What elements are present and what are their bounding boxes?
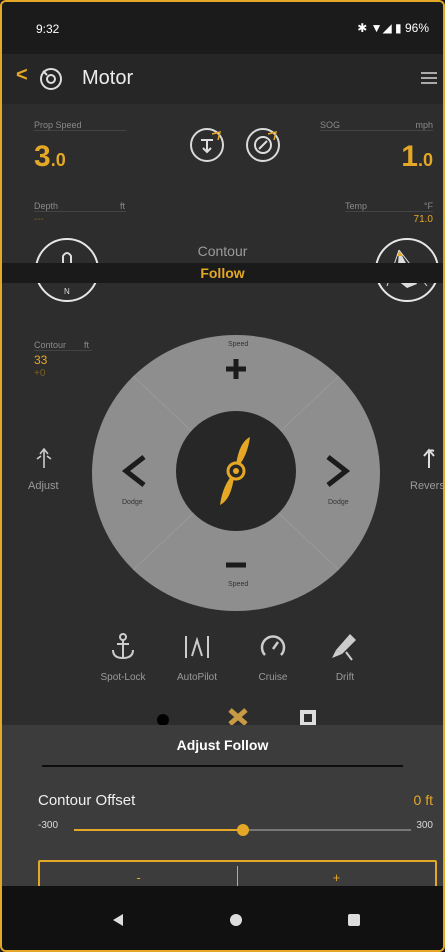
prop-speed-value: 3.0: [34, 140, 66, 173]
panel-divider: [42, 765, 403, 767]
nav-recents-icon[interactable]: [348, 914, 360, 926]
svg-text:N: N: [64, 287, 70, 296]
adjust-label[interactable]: Adjust: [28, 480, 59, 492]
status-time: 9:32: [36, 22, 60, 36]
speed-up-label: Speed: [228, 341, 249, 348]
app-frame: 9:32 ✱ ▼◢ ▮ 96% < Motor Prop Speed 3.0 S…: [0, 0, 445, 952]
slider-fill: [74, 829, 243, 831]
page-title: Motor: [82, 67, 134, 89]
contour-offset-display: 0 ft: [413, 792, 433, 808]
mode-label: AutoPilot: [176, 672, 218, 683]
back-button[interactable]: <: [16, 64, 28, 87]
minus-icon[interactable]: [224, 561, 248, 569]
slider-thumb[interactable]: [236, 824, 249, 836]
reverse-icon[interactable]: [420, 446, 438, 470]
mode-spot-lock[interactable]: Spot-Lock: [88, 632, 158, 683]
nav-back-icon[interactable]: [112, 913, 124, 927]
status-bar: 9:32 ✱ ▼◢ ▮ 96%: [2, 2, 443, 54]
depth-value: ---: [34, 214, 44, 225]
mode-label: Drift: [335, 672, 355, 683]
steering-wheel-control[interactable]: Speed Dodge Dodge Speed: [92, 335, 380, 611]
mode-autopilot[interactable]: AutoPilot: [162, 632, 232, 683]
menu-icon[interactable]: [421, 72, 437, 84]
depth-unit: ft: [120, 201, 126, 211]
panel-title: Adjust Follow: [176, 737, 269, 753]
temp-label: Temp: [345, 201, 368, 211]
dodge-right-icon[interactable]: [324, 453, 352, 489]
mode-drift[interactable]: Drift: [310, 632, 380, 683]
sog-label: SOG: [320, 120, 341, 130]
mode-label: Cruise: [258, 672, 288, 683]
contour-label: Contour: [34, 340, 67, 350]
adjust-icon[interactable]: [34, 446, 54, 470]
nav-home-icon[interactable]: [230, 914, 242, 926]
adjust-follow-panel: Adjust Follow Contour Offset 0 ft -300 3…: [2, 725, 443, 896]
mode-subtitle-band[interactable]: Follow: [2, 263, 443, 283]
sog-value: 1.0: [401, 140, 433, 173]
battery-level: 96%: [404, 21, 429, 35]
temp-value: 71.0: [413, 214, 433, 225]
close-icon[interactable]: [226, 706, 250, 726]
anchor-icon: [112, 633, 134, 660]
reverse-label[interactable]: Reverse: [410, 480, 443, 492]
speed-up-icon[interactable]: [190, 128, 224, 162]
offset-slider[interactable]: [74, 824, 411, 836]
system-nav-bar: [2, 886, 443, 950]
plus-icon[interactable]: [224, 357, 248, 381]
drift-icon: [332, 634, 356, 661]
dodge-left-label: Dodge: [122, 499, 143, 506]
trolling-motor-icon: [40, 68, 62, 90]
depth-label: Depth: [34, 201, 59, 211]
sog-unit: mph: [415, 120, 433, 130]
slider-max-label: 300: [416, 820, 433, 831]
dodge-left-icon[interactable]: [120, 453, 148, 489]
contour-unit: ft: [84, 340, 90, 350]
status-indicators: ✱ ▼◢ ▮ 96%: [357, 21, 429, 35]
app-bar: < Motor: [2, 54, 443, 104]
contour-offset-label: Contour Offset: [38, 792, 136, 809]
speed-down-label: Speed: [228, 581, 249, 588]
slider-min-label: -300: [38, 820, 59, 831]
dodge-right-label: Dodge: [328, 499, 349, 506]
status-icons: ✱ ▼◢ ▮: [357, 21, 402, 35]
temp-unit: °F: [423, 201, 433, 211]
prop-speed-label: Prop Speed: [34, 120, 82, 130]
mode-cruise[interactable]: Cruise: [238, 632, 308, 683]
autopilot-icon: [185, 636, 209, 658]
mode-subtitle: Follow: [200, 265, 245, 281]
contour-value: 33: [34, 353, 48, 367]
mode-title: Contour: [197, 243, 248, 259]
contour-offset-value: +0: [34, 368, 46, 379]
stop-icon[interactable]: [300, 710, 316, 726]
heading-icon[interactable]: [246, 128, 280, 162]
propeller-icon: [220, 437, 250, 505]
mode-label: Spot-Lock: [100, 672, 146, 683]
gauge-icon: [260, 635, 286, 656]
propeller-hub[interactable]: [176, 411, 296, 531]
